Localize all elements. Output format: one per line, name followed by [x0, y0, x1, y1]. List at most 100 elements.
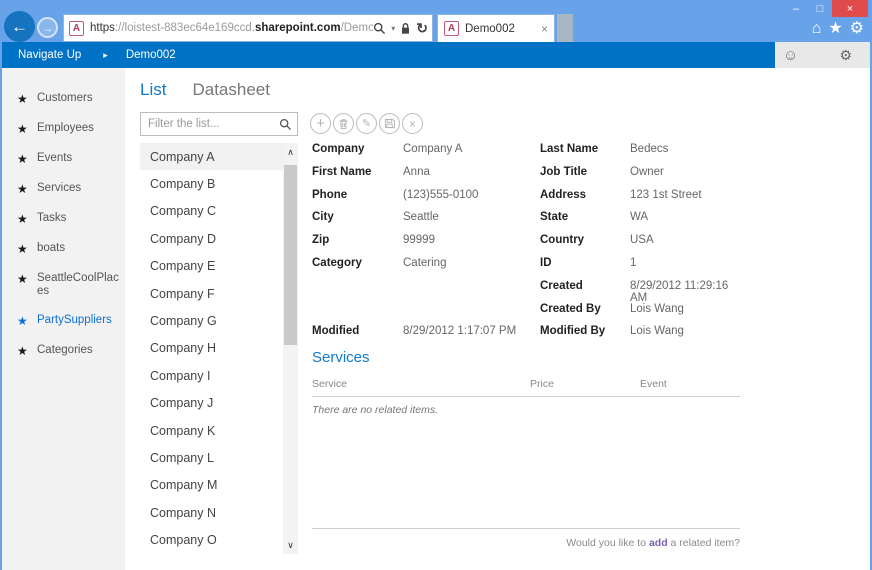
list-item[interactable]: Company B [140, 170, 283, 197]
new-tab-button[interactable] [557, 14, 573, 42]
forward-button[interactable]: → [37, 17, 58, 38]
star-icon: ★ [17, 212, 28, 226]
address-dropdown-icon[interactable]: ▾ [391, 24, 395, 33]
sidebar-item-label: Events [37, 152, 73, 164]
star-icon: ★ [17, 122, 28, 136]
back-button[interactable]: ← [4, 11, 35, 42]
field-value: 8/29/2012 11:29:16 AM [630, 279, 729, 304]
home-icon[interactable]: ⌂ [812, 20, 822, 38]
star-icon: ★ [17, 314, 28, 328]
list-item[interactable]: Company M [140, 472, 283, 499]
column-header-service: Service [312, 378, 348, 390]
field-value: Lois Wang [630, 302, 684, 315]
address-bar[interactable]: A https://loistest-883ec64e169ccd.sharep… [63, 14, 433, 42]
list-item[interactable]: Company I [140, 362, 283, 389]
field-value: 1 [630, 256, 637, 269]
scroll-down-icon[interactable]: ∨ [283, 538, 298, 552]
related-empty-message: There are no related items. [312, 404, 439, 416]
site-title[interactable]: Demo002 [126, 49, 176, 61]
list-item[interactable]: Company E [140, 253, 283, 280]
view-tabs: List Datasheet [140, 80, 270, 100]
list-item[interactable]: Company O [140, 526, 283, 553]
edit-record-button[interactable]: ✎ [356, 113, 377, 134]
star-icon: ★ [17, 182, 28, 196]
browser-tab[interactable]: A Demo002 × [437, 14, 555, 42]
browser-toolbar-icons: ⌂ ★ ⚙ [812, 20, 864, 38]
list-item[interactable]: Company L [140, 444, 283, 471]
favorites-star-icon[interactable]: ★ [828, 20, 842, 38]
delete-record-button[interactable] [333, 113, 354, 134]
scroll-up-icon[interactable]: ∧ [283, 145, 298, 159]
url-domain: sharepoint.com [254, 22, 341, 34]
tab-list[interactable]: List [140, 80, 166, 100]
navigate-up-link[interactable]: Navigate Up [18, 49, 81, 61]
related-items-section: Services Service Price Event There are n… [312, 349, 740, 416]
maximize-button[interactable]: □ [808, 0, 832, 17]
cancel-x-icon: × [408, 116, 416, 131]
tab-datasheet[interactable]: Datasheet [192, 80, 270, 100]
tab-close-icon[interactable]: × [541, 22, 548, 36]
sidebar-item-employees[interactable]: ★ Employees [2, 114, 125, 144]
app-content: ★ Customers ★ Employees ★ Events ★ Servi… [2, 68, 870, 570]
browser-titlebar: ← → A https://loistest-883ec64e169ccd.sh… [0, 0, 872, 42]
sidebar-item-label: SeattleCoolPlaces [37, 272, 119, 297]
save-record-button[interactable] [379, 113, 400, 134]
field-label: Category [312, 256, 362, 269]
close-button[interactable]: × [832, 0, 868, 17]
field-value: Anna [403, 165, 430, 178]
cancel-record-button[interactable]: × [402, 113, 423, 134]
list-item[interactable]: Company D [140, 225, 283, 252]
sidebar-item-tasks[interactable]: ★ Tasks [2, 204, 125, 234]
suite-bar: Navigate Up ▸ Demo002 ☺ ⚙ [2, 42, 870, 68]
field-label: State [540, 211, 569, 224]
filter-search-icon[interactable] [279, 118, 292, 131]
filter-input[interactable] [148, 118, 279, 130]
sidebar-item-customers[interactable]: ★ Customers [2, 84, 125, 114]
field-label: Modified [312, 325, 360, 338]
field-label: Country [540, 234, 585, 247]
lock-icon [402, 22, 410, 34]
sidebar-item-services[interactable]: ★ Services [2, 174, 125, 204]
sidebar-item-boats[interactable]: ★ boats [2, 234, 125, 264]
refresh-icon[interactable]: ↻ [416, 20, 428, 37]
field-label: Address [540, 188, 587, 201]
search-icon[interactable] [373, 22, 386, 35]
minimize-button[interactable]: – [784, 0, 808, 17]
sidebar-item-seattlecoolplaces[interactable]: ★ SeattleCoolPlaces [2, 264, 125, 306]
list-item[interactable]: Company H [140, 335, 283, 362]
scrollbar-thumb[interactable] [284, 165, 297, 345]
sidebar-item-events[interactable]: ★ Events [2, 144, 125, 174]
field-value: 99999 [403, 234, 435, 247]
list-item[interactable]: Company N [140, 499, 283, 526]
list-item[interactable]: Company K [140, 417, 283, 444]
list-item[interactable]: Company A [140, 143, 283, 171]
list-item[interactable]: Company G [140, 307, 283, 334]
tab-favicon-icon: A [444, 21, 459, 36]
breadcrumb-arrow-icon: ▸ [103, 49, 108, 60]
browser-settings-gear-icon[interactable]: ⚙ [850, 20, 864, 38]
star-icon: ★ [17, 92, 28, 106]
field-value: (123)555-0100 [403, 188, 479, 201]
list-item[interactable]: Company C [140, 198, 283, 225]
sidebar-item-label: Services [37, 182, 82, 194]
settings-gear-icon[interactable]: ⚙ [839, 47, 852, 64]
add-record-button[interactable]: + [310, 113, 331, 134]
list-scrollbar[interactable]: ∧ ∨ [283, 143, 298, 554]
record-details: Company Company A Last Name Bedecs First… [312, 143, 740, 348]
feedback-smiley-icon[interactable]: ☺ [783, 47, 798, 64]
sidebar-item-label: Employees [37, 122, 94, 134]
add-related-prompt: Would you like to add a related item? [312, 528, 740, 549]
list-item[interactable]: Company F [140, 280, 283, 307]
window-controls: – □ × [784, 0, 868, 17]
related-section-title[interactable]: Services [312, 349, 740, 366]
sidebar-item-partysuppliers[interactable]: ★ PartySuppliers [2, 306, 125, 336]
field-label [312, 303, 403, 326]
field-value: Bedecs [630, 143, 669, 155]
list-item[interactable]: Company J [140, 390, 283, 417]
forward-arrow-icon: → [41, 20, 54, 35]
sidebar-item-categories[interactable]: ★ Categories [2, 336, 125, 366]
column-header-event: Event [640, 378, 667, 390]
field-value: Catering [403, 256, 447, 269]
field-label: Job Title [540, 165, 588, 178]
add-related-link[interactable]: add [649, 537, 668, 549]
